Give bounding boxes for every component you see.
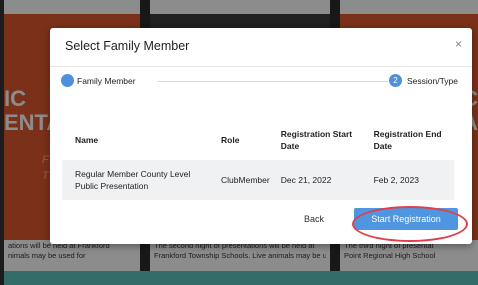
table-row[interactable]: Regular Member County Level Public Prese… bbox=[62, 160, 454, 200]
column-header-name: Name bbox=[75, 135, 99, 145]
cell-end-date: Feb 2, 2023 bbox=[373, 175, 419, 185]
column-header-end-date: Registration End Date bbox=[373, 129, 442, 151]
cell-name: Regular Member County Level Public Prese… bbox=[75, 169, 191, 191]
dialog-header: Select Family Member × bbox=[50, 28, 472, 67]
cell-role: ClubMember bbox=[221, 175, 270, 185]
dialog-title: Select Family Member bbox=[65, 39, 190, 53]
cell-start-date: Dec 21, 2022 bbox=[280, 175, 332, 185]
table-header-row: Name Role Registration Start Date Regist… bbox=[62, 120, 454, 160]
step-label: Family Member bbox=[77, 76, 136, 86]
registration-stepper: Family Member 2 Session/Type bbox=[60, 72, 458, 92]
back-button[interactable]: Back bbox=[292, 208, 336, 230]
step-number-indicator: 2 bbox=[389, 74, 402, 87]
stepper-connector bbox=[158, 81, 388, 82]
close-icon[interactable]: × bbox=[455, 37, 462, 51]
column-header-role: Role bbox=[221, 135, 240, 145]
column-header-start-date: Registration Start Date bbox=[280, 129, 353, 151]
step-complete-indicator bbox=[61, 74, 74, 87]
registration-table: Name Role Registration Start Date Regist… bbox=[62, 120, 454, 200]
step-label: Session/Type bbox=[406, 76, 458, 86]
page-edge bbox=[0, 0, 4, 285]
highlight-annotation bbox=[352, 206, 468, 242]
